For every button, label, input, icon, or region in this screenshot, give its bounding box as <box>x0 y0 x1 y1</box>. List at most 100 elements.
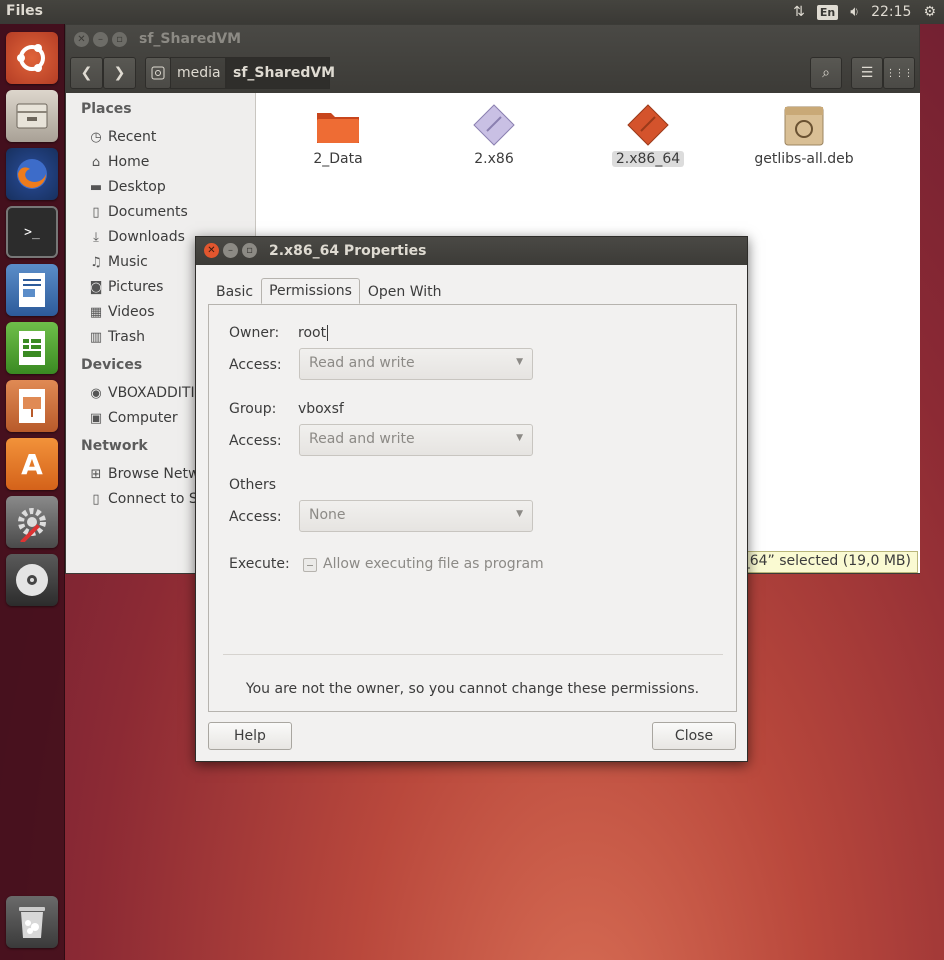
drive-icon <box>151 66 165 80</box>
drive-icon: ▣ <box>89 410 103 426</box>
close-button[interactable]: Close <box>652 722 736 750</box>
execute-checkbox-label[interactable]: Allow executing file as program <box>323 556 544 572</box>
tab-open-with[interactable]: Open With <box>360 279 450 304</box>
sidebar-item-music[interactable]: ♫ Music <box>88 254 148 270</box>
system-tray: ⇅ En 🔉︎ 22:15 ⚙ <box>793 0 936 24</box>
grid-icon: ⋮⋮⋮ <box>885 67 914 79</box>
properties-dialog: ✕ – ▫ 2.x86_64 Properties Basic Permissi… <box>195 236 748 762</box>
download-icon: ⤓ <box>93 229 99 245</box>
sidebar-item-pictures[interactable]: ◙ Pictures <box>88 279 164 295</box>
maximize-dialog-icon[interactable]: ▫ <box>242 243 257 258</box>
owner-label: Owner: <box>229 325 280 341</box>
devices-header: Devices <box>81 357 143 373</box>
network-arrows-icon[interactable]: ⇅ <box>793 4 805 20</box>
executable-icon <box>625 103 671 147</box>
chevron-down-icon: ▼ <box>516 509 523 519</box>
file-manager-titlebar: ✕ – ▫ sf_SharedVM ❮ ❯ media sf_SharedVM … <box>66 25 919 93</box>
tab-permissions[interactable]: Permissions <box>261 278 360 304</box>
calc-spreadsheet-icon[interactable] <box>6 322 58 374</box>
close-dialog-icon[interactable]: ✕ <box>204 243 219 258</box>
system-settings-icon[interactable] <box>6 496 58 548</box>
trash-icon[interactable] <box>6 896 58 948</box>
group-access-label: Access: <box>229 433 282 449</box>
others-access-label: Access: <box>229 509 282 525</box>
window-title: sf_SharedVM <box>139 31 242 47</box>
file-item-2-x86-64[interactable]: 2.x86_64 <box>588 103 708 167</box>
keyboard-language-indicator[interactable]: En <box>816 4 839 20</box>
dialog-titlebar: ✕ – ▫ 2.x86_64 Properties <box>196 237 747 265</box>
dvd-icon[interactable] <box>6 554 58 606</box>
film-icon: ▦ <box>89 304 103 320</box>
debian-package-icon <box>781 103 827 147</box>
list-view-button[interactable]: ☰ <box>851 57 883 89</box>
terminal-icon[interactable]: >_ <box>6 206 58 258</box>
software-center-icon[interactable]: A <box>6 438 58 490</box>
separator <box>223 654 723 655</box>
search-button[interactable]: ⌕ <box>810 57 842 89</box>
execute-label: Execute: <box>229 556 290 572</box>
permissions-panel: Owner: root Access: Read and write ▼ Gro… <box>208 304 737 712</box>
sidebar-item-documents[interactable]: ▯ Documents <box>88 204 187 220</box>
files-icon[interactable] <box>6 90 58 142</box>
others-label: Others <box>229 477 277 493</box>
sidebar-item-home[interactable]: ⌂ Home <box>88 154 149 170</box>
launcher: >_ A <box>0 24 65 960</box>
clock-icon: ◷ <box>90 129 102 145</box>
minimize-window-icon[interactable]: – <box>93 32 108 47</box>
top-panel: Files ⇅ En 🔉︎ 22:15 ⚙ <box>0 0 944 24</box>
sidebar-item-computer[interactable]: ▣ Computer <box>88 410 178 426</box>
disc-icon: ◉ <box>90 385 102 401</box>
others-access-select[interactable]: None ▼ <box>299 500 533 532</box>
file-item-getlibs-all-deb[interactable]: getlibs-all.deb <box>744 103 864 167</box>
dialog-title: 2.x86_64 Properties <box>269 243 427 259</box>
clock[interactable]: 22:15 <box>871 4 911 20</box>
sidebar-item-desktop[interactable]: ▬ Desktop <box>88 179 166 195</box>
network-header: Network <box>81 438 148 454</box>
help-button[interactable]: Help <box>208 722 292 750</box>
music-icon: ♫ <box>90 254 102 270</box>
sidebar-item-recent[interactable]: ◷ Recent <box>88 129 156 145</box>
dialog-tabs: Basic Permissions Open With <box>208 277 450 304</box>
file-item-2-x86[interactable]: 2.x86 <box>434 103 554 167</box>
forward-arrow-icon: ❯ <box>113 65 126 81</box>
list-icon: ☰ <box>860 65 874 81</box>
minimize-dialog-icon[interactable]: – <box>223 243 238 258</box>
selection-status: _64” selected (19,0 MB) <box>735 551 918 573</box>
impress-presentation-icon[interactable] <box>6 380 58 432</box>
network-icon: ⊞ <box>90 466 102 482</box>
volume-icon[interactable]: 🔉︎ <box>850 4 859 20</box>
grid-menu-button[interactable]: ⋮⋮⋮ <box>883 57 915 89</box>
back-button[interactable]: ❮ <box>70 57 103 89</box>
search-icon: ⌕ <box>822 65 830 81</box>
document-icon: ▯ <box>92 204 100 220</box>
writer-document-icon[interactable] <box>6 264 58 316</box>
chevron-down-icon: ▼ <box>516 357 523 367</box>
forward-button[interactable]: ❯ <box>103 57 136 89</box>
group-label: Group: <box>229 401 277 417</box>
file-item-2-data[interactable]: 2_Data <box>278 103 398 167</box>
breadcrumb-sf-sharedvm[interactable]: sf_SharedVM <box>226 57 335 89</box>
breadcrumb-media[interactable]: media <box>170 57 226 89</box>
tab-basic[interactable]: Basic <box>208 279 261 304</box>
folder-icon: ▬ <box>89 179 103 195</box>
sidebar-item-downloads[interactable]: ⤓ Downloads <box>88 229 185 245</box>
drive-location-button[interactable] <box>145 57 171 89</box>
firefox-icon[interactable] <box>6 148 58 200</box>
group-access-select[interactable]: Read and write ▼ <box>299 424 533 456</box>
maximize-window-icon[interactable]: ▫ <box>112 32 127 47</box>
sidebar-item-videos[interactable]: ▦ Videos <box>88 304 155 320</box>
execute-checkbox[interactable] <box>303 558 317 572</box>
active-app-title: Files <box>6 3 43 19</box>
chevron-down-icon: ▼ <box>516 433 523 443</box>
close-window-icon[interactable]: ✕ <box>74 32 89 47</box>
back-arrow-icon: ❮ <box>80 65 93 81</box>
owner-access-select[interactable]: Read and write ▼ <box>299 348 533 380</box>
executable-icon <box>471 103 517 147</box>
camera-icon: ◙ <box>89 279 103 295</box>
sidebar-item-trash[interactable]: ▥ Trash <box>88 329 145 345</box>
owner-access-label: Access: <box>229 357 282 373</box>
ubuntu-logo-icon[interactable] <box>6 32 58 84</box>
places-header: Places <box>81 101 132 117</box>
owner-value[interactable]: root <box>298 325 329 341</box>
gear-icon[interactable]: ⚙ <box>923 4 936 20</box>
